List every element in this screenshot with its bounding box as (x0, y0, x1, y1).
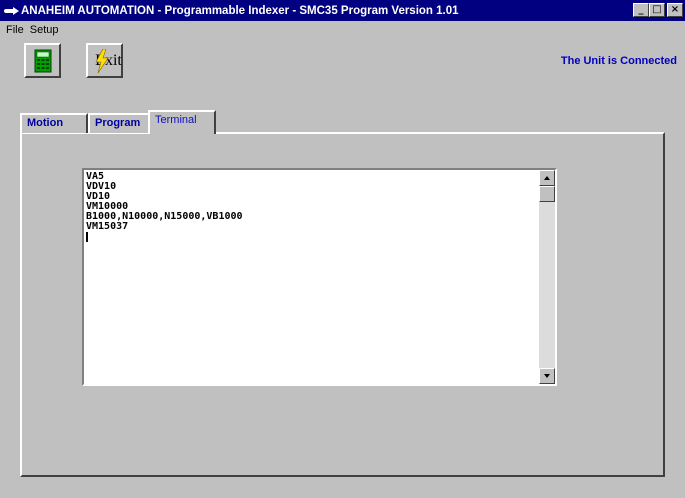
text-caret (86, 232, 88, 242)
scroll-up-icon[interactable] (539, 170, 555, 186)
terminal-line: B1000,N10000,N15000,VB1000 (86, 211, 243, 222)
calculator-button[interactable] (24, 43, 61, 78)
lightning-icon (95, 49, 109, 73)
terminal-output: VA5 VDV10 VD10 VM10000 B1000,N10000,N150… (86, 172, 538, 242)
terminal-line: VM15037 (86, 221, 129, 232)
terminal-textarea[interactable]: VA5 VDV10 VD10 VM10000 B1000,N10000,N150… (82, 168, 557, 386)
calculator-icon (34, 49, 51, 72)
connection-status: The Unit is Connected (560, 55, 677, 67)
tab-motion[interactable]: Motion (20, 113, 88, 133)
menu-bar: File Setup (0, 21, 685, 38)
title-bar: ANAHEIM AUTOMATION - Programmable Indexe… (0, 0, 685, 21)
exit-button[interactable]: Exit (86, 43, 123, 78)
vertical-scrollbar[interactable] (539, 170, 555, 384)
window-controls: _ □ × (633, 3, 683, 17)
terminal-line: VD10 (86, 191, 111, 202)
terminal-line: VA5 (86, 171, 105, 182)
close-button[interactable]: × (667, 3, 683, 17)
terminal-input-line[interactable] (86, 232, 538, 242)
maximize-button[interactable]: □ (649, 3, 665, 17)
scroll-down-icon[interactable] (539, 368, 555, 384)
terminal-line: VDV10 (86, 181, 117, 192)
menu-file[interactable]: File (3, 24, 27, 36)
scroll-thumb[interactable] (539, 186, 555, 202)
tab-terminal[interactable]: Terminal (148, 110, 216, 134)
menu-setup[interactable]: Setup (27, 24, 62, 36)
window-title: ANAHEIM AUTOMATION - Programmable Indexe… (21, 4, 459, 17)
tab-program[interactable]: Program (88, 113, 150, 133)
app-icon[interactable] (3, 4, 21, 18)
minimize-button[interactable]: _ (633, 3, 649, 17)
